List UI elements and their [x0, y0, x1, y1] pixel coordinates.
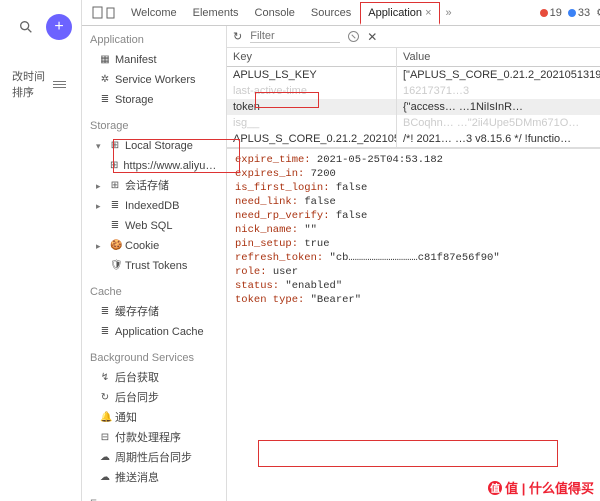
hamburger-icon[interactable] [53, 81, 66, 88]
tab-elements[interactable]: Elements [186, 3, 246, 23]
table-row[interactable]: last-active-time [227, 83, 396, 99]
sidebar-cache-storage[interactable]: ≣缓存存储 [82, 302, 226, 322]
device-toggle-icon[interactable] [86, 6, 122, 19]
sidebar-session-storage[interactable]: ▸⊞会话存储 [88, 176, 226, 196]
table-cell[interactable]: ["APLUS_S_CORE_0.21.2_20210513191631… [397, 67, 600, 83]
table-cell[interactable]: BCoqhn… …"2ii4Upe5DMm671O… [397, 115, 600, 131]
group-application: Application [82, 32, 226, 50]
sidebar-manifest[interactable]: ▦Manifest [82, 50, 226, 70]
sidebar-periodic-sync[interactable]: ☁周期性后台同步 [82, 448, 226, 468]
table-row[interactable]: isg__ [227, 115, 396, 131]
sidebar-storage[interactable]: ≣Storage [82, 90, 226, 110]
sidebar-local-storage[interactable]: ▾⊞Local Storage [88, 136, 226, 156]
filter-input[interactable] [250, 30, 340, 43]
group-frames: Frames [82, 496, 226, 501]
sidebar-trust-tokens[interactable]: 🛡Trust Tokens [88, 256, 226, 276]
error-badge[interactable]: 19 [540, 7, 562, 19]
delete-icon[interactable]: ✕ [367, 30, 377, 44]
sidebar-websql[interactable]: ≣Web SQL [88, 216, 226, 236]
sw-icon: ✲ [100, 72, 110, 88]
group-bg: Background Services [82, 350, 226, 368]
search-icon[interactable] [18, 19, 34, 35]
add-button[interactable]: + [46, 14, 72, 40]
sidebar-indexeddb[interactable]: ▸≣IndexedDB [88, 196, 226, 216]
table-cell[interactable]: /*! 2021… …3 v8.15.6 */ !functio… [397, 131, 600, 147]
filter-bar: ↻ ✕ [227, 26, 600, 48]
storage-table: Key APLUS_LS_KEY last-active-time token … [227, 48, 600, 148]
grid-icon: ⊞ [110, 138, 120, 154]
watermark: 值值 | 什么值得买 [488, 478, 594, 497]
sidebar-bg-fetch[interactable]: ↯后台获取 [82, 368, 226, 388]
sidebar-cookie[interactable]: ▸🍪Cookie [88, 236, 226, 256]
sidebar-push[interactable]: ☁推送消息 [82, 468, 226, 488]
table-row[interactable]: APLUS_S_CORE_0.21.2_20210513191631_2… [227, 131, 396, 147]
grid-icon: ⊞ [110, 158, 118, 174]
sort-label: 改时间排序 [12, 68, 53, 100]
group-cache: Cache [82, 284, 226, 302]
sidebar-notifications[interactable]: 🔔通知 [82, 408, 226, 428]
group-storage: Storage [82, 118, 226, 136]
sidebar-bg-sync[interactable]: ↻后台同步 [82, 388, 226, 408]
tab-welcome[interactable]: Welcome [124, 3, 184, 23]
close-icon[interactable]: × [425, 7, 431, 19]
manifest-icon: ▦ [100, 52, 110, 68]
refresh-icon[interactable]: ↻ [233, 30, 242, 43]
sidebar-service-workers[interactable]: ✲Service Workers [82, 70, 226, 90]
devtools-tabbar: Welcome Elements Console Sources Applica… [82, 0, 600, 26]
table-row[interactable]: APLUS_LS_KEY [227, 67, 396, 83]
tree-toggle-icon[interactable]: ▾ [96, 138, 103, 154]
sidebar-local-storage-origin[interactable]: ⊞https://www.aliyundrive.com [88, 156, 226, 176]
application-sidebar: Application ▦Manifest ✲Service Workers ≣… [82, 26, 227, 501]
col-value[interactable]: Value [397, 48, 600, 67]
message-badge[interactable]: 33 [568, 7, 590, 19]
clear-filter-icon[interactable] [348, 31, 359, 42]
col-key[interactable]: Key [227, 48, 396, 67]
value-detail: expire_time: 2021-05-25T04:53.182expires… [227, 148, 600, 501]
tab-sources[interactable]: Sources [304, 3, 358, 23]
sidebar-app-cache[interactable]: ≣Application Cache [82, 322, 226, 342]
chevron-right-icon[interactable]: » [442, 3, 456, 23]
sidebar-payment[interactable]: ⊟付款处理程序 [82, 428, 226, 448]
table-row-selected[interactable]: token [227, 99, 396, 115]
table-cell[interactable]: 16217371…3 [397, 83, 600, 99]
app-left-strip: + 改时间排序 [0, 0, 81, 501]
table-cell[interactable]: {"access… …1NiIsInR… [397, 99, 600, 115]
gear-icon[interactable]: ⚙ [596, 6, 600, 19]
tab-console[interactable]: Console [248, 3, 302, 23]
storage-icon: ≣ [100, 92, 110, 108]
tab-application[interactable]: Application× [360, 2, 439, 25]
